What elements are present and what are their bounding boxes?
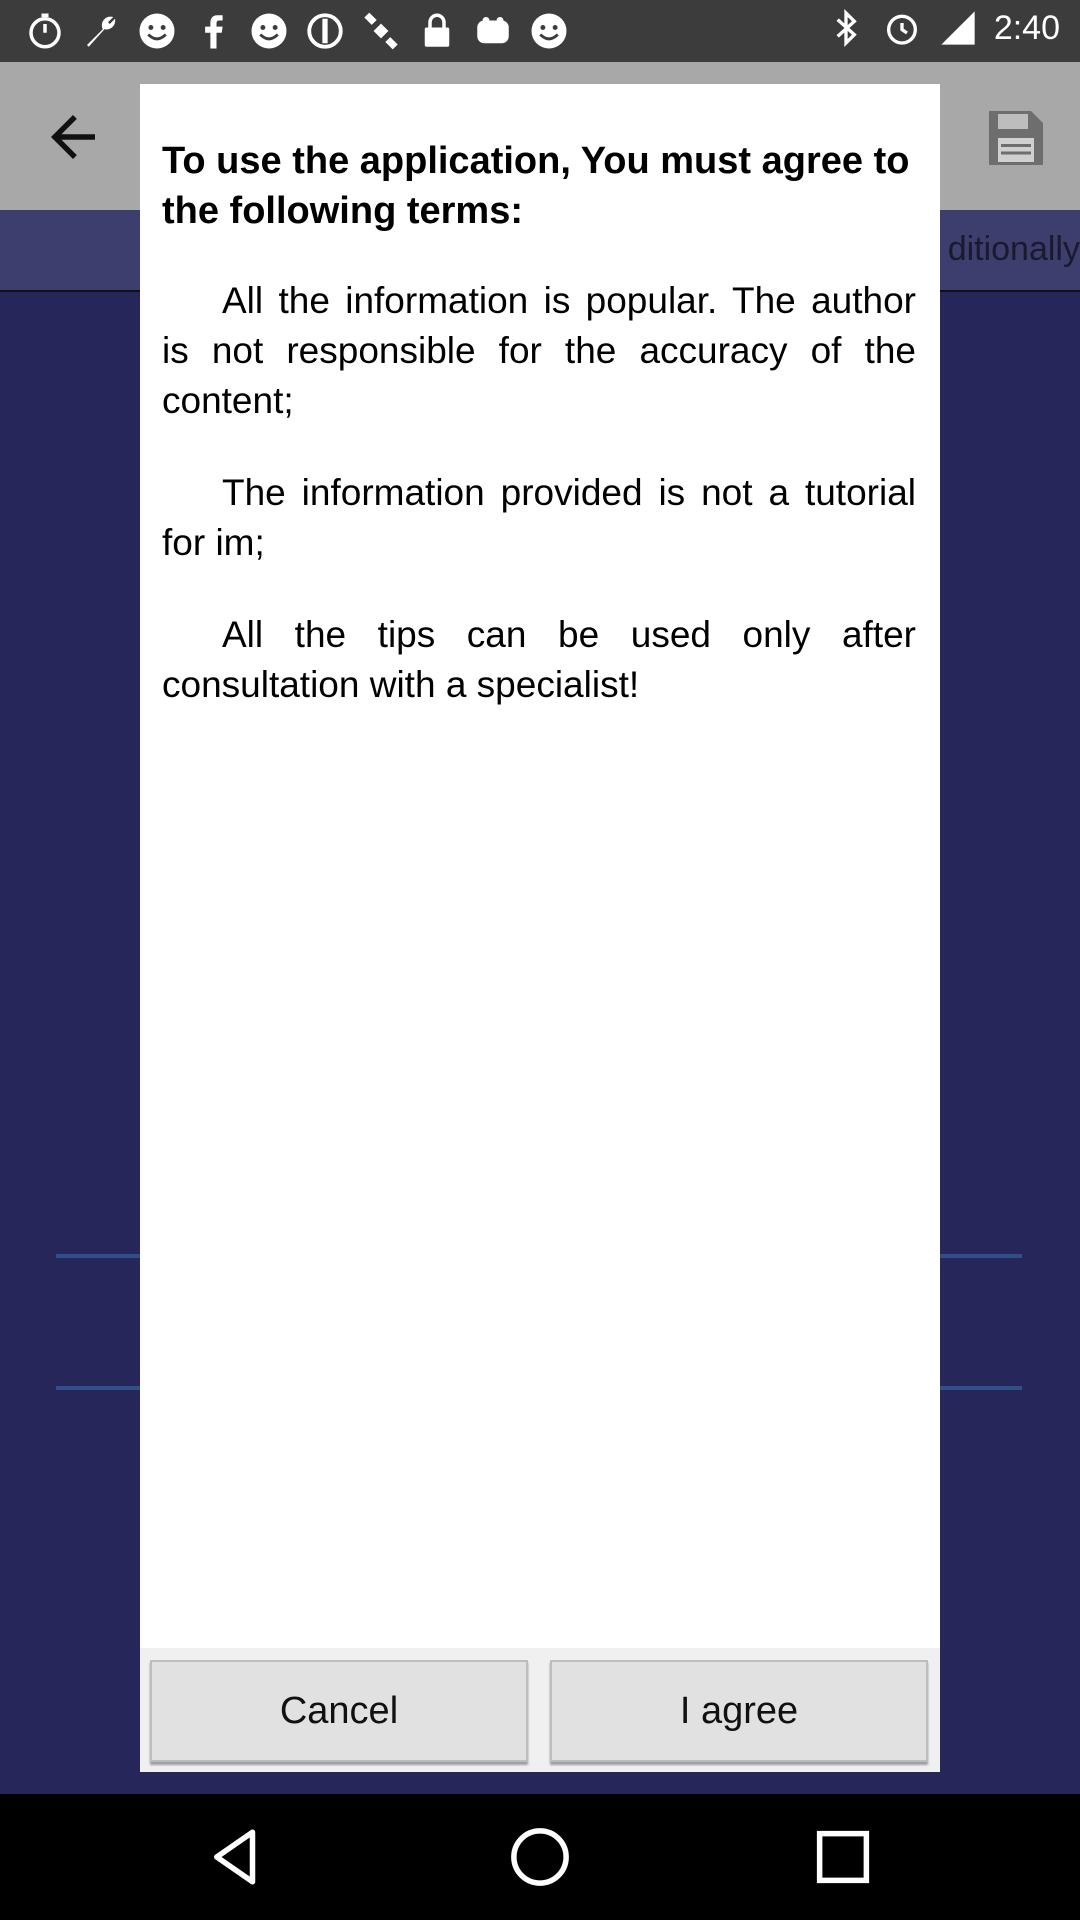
wrench-icon (87, 16, 116, 47)
smiley-icon (139, 13, 175, 49)
timer-icon (29, 13, 61, 49)
alarm-icon (886, 14, 917, 45)
term-item: All the tips can be used only after cons… (162, 614, 916, 705)
cup-icon (477, 17, 509, 44)
save-icon[interactable] (980, 102, 1052, 174)
signal-icon (941, 11, 975, 45)
smiley-icon (251, 13, 287, 49)
facebook-icon (205, 15, 223, 49)
back-nav-icon[interactable] (203, 1824, 269, 1890)
status-system-icons: 2:40 (826, 8, 1060, 48)
term-item: The information provided is not a tutori… (162, 472, 916, 563)
lock-icon (424, 13, 450, 47)
navigation-bar (0, 1794, 1080, 1920)
dialog-title: To use the application, You must agree t… (162, 140, 910, 232)
satellite-icon (364, 12, 398, 50)
blocked-icon (307, 13, 343, 49)
status-notification-icons (24, 10, 570, 52)
recents-nav-icon[interactable] (810, 1824, 876, 1890)
status-bar: 2:40 (0, 0, 1080, 62)
back-arrow-icon[interactable] (40, 104, 106, 170)
cancel-button[interactable]: Cancel (150, 1660, 528, 1762)
bluetooth-icon (836, 8, 857, 48)
status-clock: 2:40 (993, 8, 1060, 47)
term-item: All the information is popular. The auth… (162, 280, 916, 421)
home-nav-icon[interactable] (507, 1824, 573, 1890)
subtab-label: ditionally (947, 230, 1080, 268)
terms-dialog: To use the application, You must agree t… (140, 84, 940, 1772)
agree-button[interactable]: I agree (550, 1660, 928, 1762)
dialog-body: To use the application, You must agree t… (162, 136, 916, 752)
dialog-button-bar: Cancel I agree (140, 1648, 940, 1772)
smiley-icon (531, 13, 567, 49)
